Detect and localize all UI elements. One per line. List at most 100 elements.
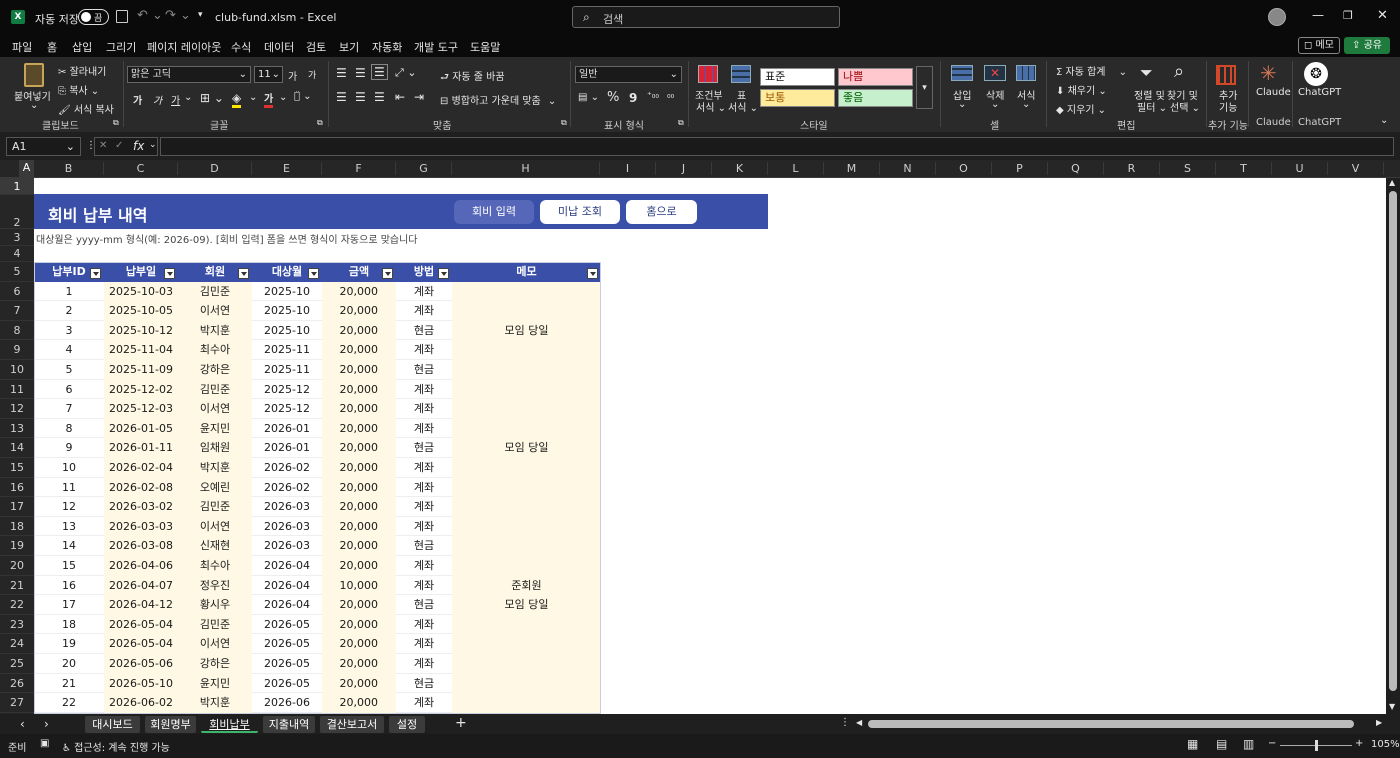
cell-memo[interactable] bbox=[452, 360, 601, 380]
menu-home[interactable]: 홈 bbox=[47, 39, 58, 59]
percent-button[interactable]: % bbox=[607, 90, 619, 105]
zoom-out-icon[interactable]: − bbox=[1268, 738, 1276, 749]
cell-memo[interactable]: 준회원 bbox=[452, 575, 601, 596]
style-neutral[interactable]: 보통 bbox=[760, 89, 835, 107]
menu-insert[interactable]: 삽입 bbox=[72, 39, 92, 55]
page-break-view-icon[interactable]: ▥ bbox=[1243, 737, 1254, 751]
column-header-c[interactable]: C bbox=[104, 162, 178, 175]
cell-member[interactable]: 이서연 bbox=[178, 399, 252, 419]
cell-memo[interactable] bbox=[452, 477, 601, 498]
cell-method[interactable]: 계좌 bbox=[396, 576, 452, 596]
row-header-20[interactable]: 20 bbox=[0, 556, 34, 576]
font-name-select[interactable]: 맑은 고딕 ⌄ bbox=[127, 66, 251, 83]
find-select-label2[interactable]: 선택 ⌄ bbox=[1170, 99, 1200, 114]
cell-date[interactable]: 2026-03-08 bbox=[104, 536, 178, 556]
cell-amount[interactable]: 20,000 bbox=[322, 595, 396, 615]
cell-memo[interactable] bbox=[452, 418, 601, 439]
align-bottom-icon[interactable]: ☰ bbox=[371, 64, 388, 80]
cell-member[interactable]: 최수아 bbox=[178, 556, 252, 576]
tab-next-icon[interactable]: › bbox=[44, 717, 49, 731]
cell-month[interactable]: 2026-05 bbox=[252, 615, 322, 635]
column-header-g[interactable]: G bbox=[396, 162, 452, 175]
cell-memo[interactable]: 모임 당일 bbox=[452, 438, 601, 458]
cell-month[interactable]: 2025-10 bbox=[252, 282, 322, 302]
font-size-select[interactable]: 11 ⌄ bbox=[254, 66, 283, 83]
insert-cells-dropdown-icon[interactable]: ⌄ bbox=[958, 99, 966, 110]
cell-month[interactable]: 2026-05 bbox=[252, 654, 322, 674]
cell-method[interactable]: 계좌 bbox=[396, 340, 452, 360]
number-launcher-icon[interactable]: ⧉ bbox=[678, 118, 684, 128]
cell-date[interactable]: 2026-04-07 bbox=[104, 575, 178, 596]
cell-method[interactable]: 계좌 bbox=[396, 301, 452, 321]
column-header-m[interactable]: M bbox=[824, 162, 880, 175]
cell-member[interactable]: 박지훈 bbox=[178, 458, 252, 478]
cell-month[interactable]: 2026-03 bbox=[252, 536, 322, 556]
cancel-entry-icon[interactable]: ✕ bbox=[99, 140, 107, 151]
cell-amount[interactable]: 20,000 bbox=[322, 360, 396, 380]
italic-button[interactable]: 가 bbox=[153, 92, 162, 107]
comma-button[interactable]: 9 bbox=[629, 91, 637, 105]
cell-memo[interactable] bbox=[452, 379, 601, 400]
share-button[interactable]: ⇪ 공유 bbox=[1344, 37, 1390, 54]
cell-month[interactable]: 2025-11 bbox=[252, 340, 322, 360]
cell-memo[interactable]: 모임 당일 bbox=[452, 595, 601, 615]
shrink-font-button[interactable]: 가 bbox=[308, 68, 316, 81]
row-header-9[interactable]: 9 bbox=[0, 340, 34, 360]
column-header-k[interactable]: K bbox=[712, 162, 768, 175]
column-header-f[interactable]: F bbox=[322, 162, 396, 175]
column-header-j[interactable]: J bbox=[656, 162, 712, 175]
cell-memo[interactable] bbox=[452, 497, 601, 517]
cell-date[interactable]: 2025-10-12 bbox=[104, 320, 178, 341]
cell-month[interactable]: 2026-02 bbox=[252, 458, 322, 478]
fill-dropdown-icon[interactable]: ⌄ bbox=[249, 92, 257, 103]
cell-date[interactable]: 2025-11-09 bbox=[104, 360, 178, 380]
cell-member[interactable]: 김민준 bbox=[178, 497, 252, 517]
hscroll-left-icon[interactable]: ◀ bbox=[856, 718, 862, 727]
cell-memo[interactable]: 모임 당일 bbox=[452, 320, 601, 341]
menu-automate[interactable]: 자동화 bbox=[372, 39, 402, 55]
increase-indent-icon[interactable]: ⇥ bbox=[414, 90, 424, 104]
cell-amount[interactable]: 20,000 bbox=[322, 301, 396, 321]
cell-member[interactable]: 윤지민 bbox=[178, 418, 252, 439]
zoom-level[interactable]: 105% bbox=[1371, 739, 1400, 750]
cell-method[interactable]: 계좌 bbox=[396, 517, 452, 537]
cell-memo[interactable] bbox=[452, 634, 601, 654]
wrap-text-button[interactable]: ⮐ 자동 줄 바꿈 bbox=[440, 68, 505, 87]
align-right-icon[interactable]: ☰ bbox=[374, 90, 385, 104]
cell-method[interactable]: 계좌 bbox=[396, 282, 452, 302]
dues-entry-button[interactable]: 회비 입력 bbox=[454, 200, 534, 224]
fill-button[interactable]: ⬇ 채우기 ⌄ bbox=[1056, 82, 1107, 97]
row-header-13[interactable]: 13 bbox=[0, 419, 34, 439]
vertical-scroll-thumb[interactable] bbox=[1389, 191, 1397, 691]
bold-button[interactable]: 가 bbox=[133, 92, 142, 107]
restore-icon[interactable]: ❐ bbox=[1343, 9, 1353, 22]
column-header-n[interactable]: N bbox=[880, 162, 936, 175]
filter-dropdown-icon[interactable] bbox=[238, 268, 249, 279]
cell-amount[interactable]: 20,000 bbox=[322, 281, 396, 302]
cell-member[interactable]: 황시우 bbox=[178, 595, 252, 615]
cell-memo[interactable] bbox=[452, 693, 601, 713]
cell-amount[interactable]: 20,000 bbox=[322, 418, 396, 439]
cell-member[interactable]: 오예린 bbox=[178, 477, 252, 498]
menu-view[interactable]: 보기 bbox=[339, 39, 359, 55]
cell-member[interactable]: 정우진 bbox=[178, 575, 252, 596]
redo-icon[interactable]: ↷ ⌄ bbox=[165, 8, 191, 23]
cell-id[interactable]: 6 bbox=[34, 380, 104, 400]
cell-member[interactable]: 강하은 bbox=[178, 654, 252, 674]
addins-button-label2[interactable]: 기능 bbox=[1219, 99, 1237, 114]
merge-center-button[interactable]: ⊟ 병합하고 가운데 맞춤 ⌄ bbox=[440, 92, 556, 107]
border-icon[interactable]: ⊞ ⌄ bbox=[200, 91, 224, 105]
filter-dropdown-icon[interactable] bbox=[308, 268, 319, 279]
cell-member[interactable]: 최수아 bbox=[178, 340, 252, 360]
cell-month[interactable]: 2025-12 bbox=[252, 399, 322, 419]
font-color-dropdown-icon[interactable]: ⌄ bbox=[279, 92, 287, 103]
cell-memo[interactable] bbox=[452, 301, 601, 321]
alignment-launcher-icon[interactable]: ⧉ bbox=[561, 118, 567, 128]
unpaid-query-button[interactable]: 미납 조회 bbox=[540, 200, 620, 224]
style-good[interactable]: 좋음 bbox=[838, 89, 913, 107]
cell-date[interactable]: 2026-05-06 bbox=[104, 654, 178, 674]
cell-amount[interactable]: 20,000 bbox=[322, 458, 396, 478]
row-header-10[interactable]: 10 bbox=[0, 360, 34, 380]
cell-method[interactable]: 계좌 bbox=[396, 634, 452, 654]
sort-filter-label2[interactable]: 필터 ⌄ bbox=[1137, 99, 1167, 114]
